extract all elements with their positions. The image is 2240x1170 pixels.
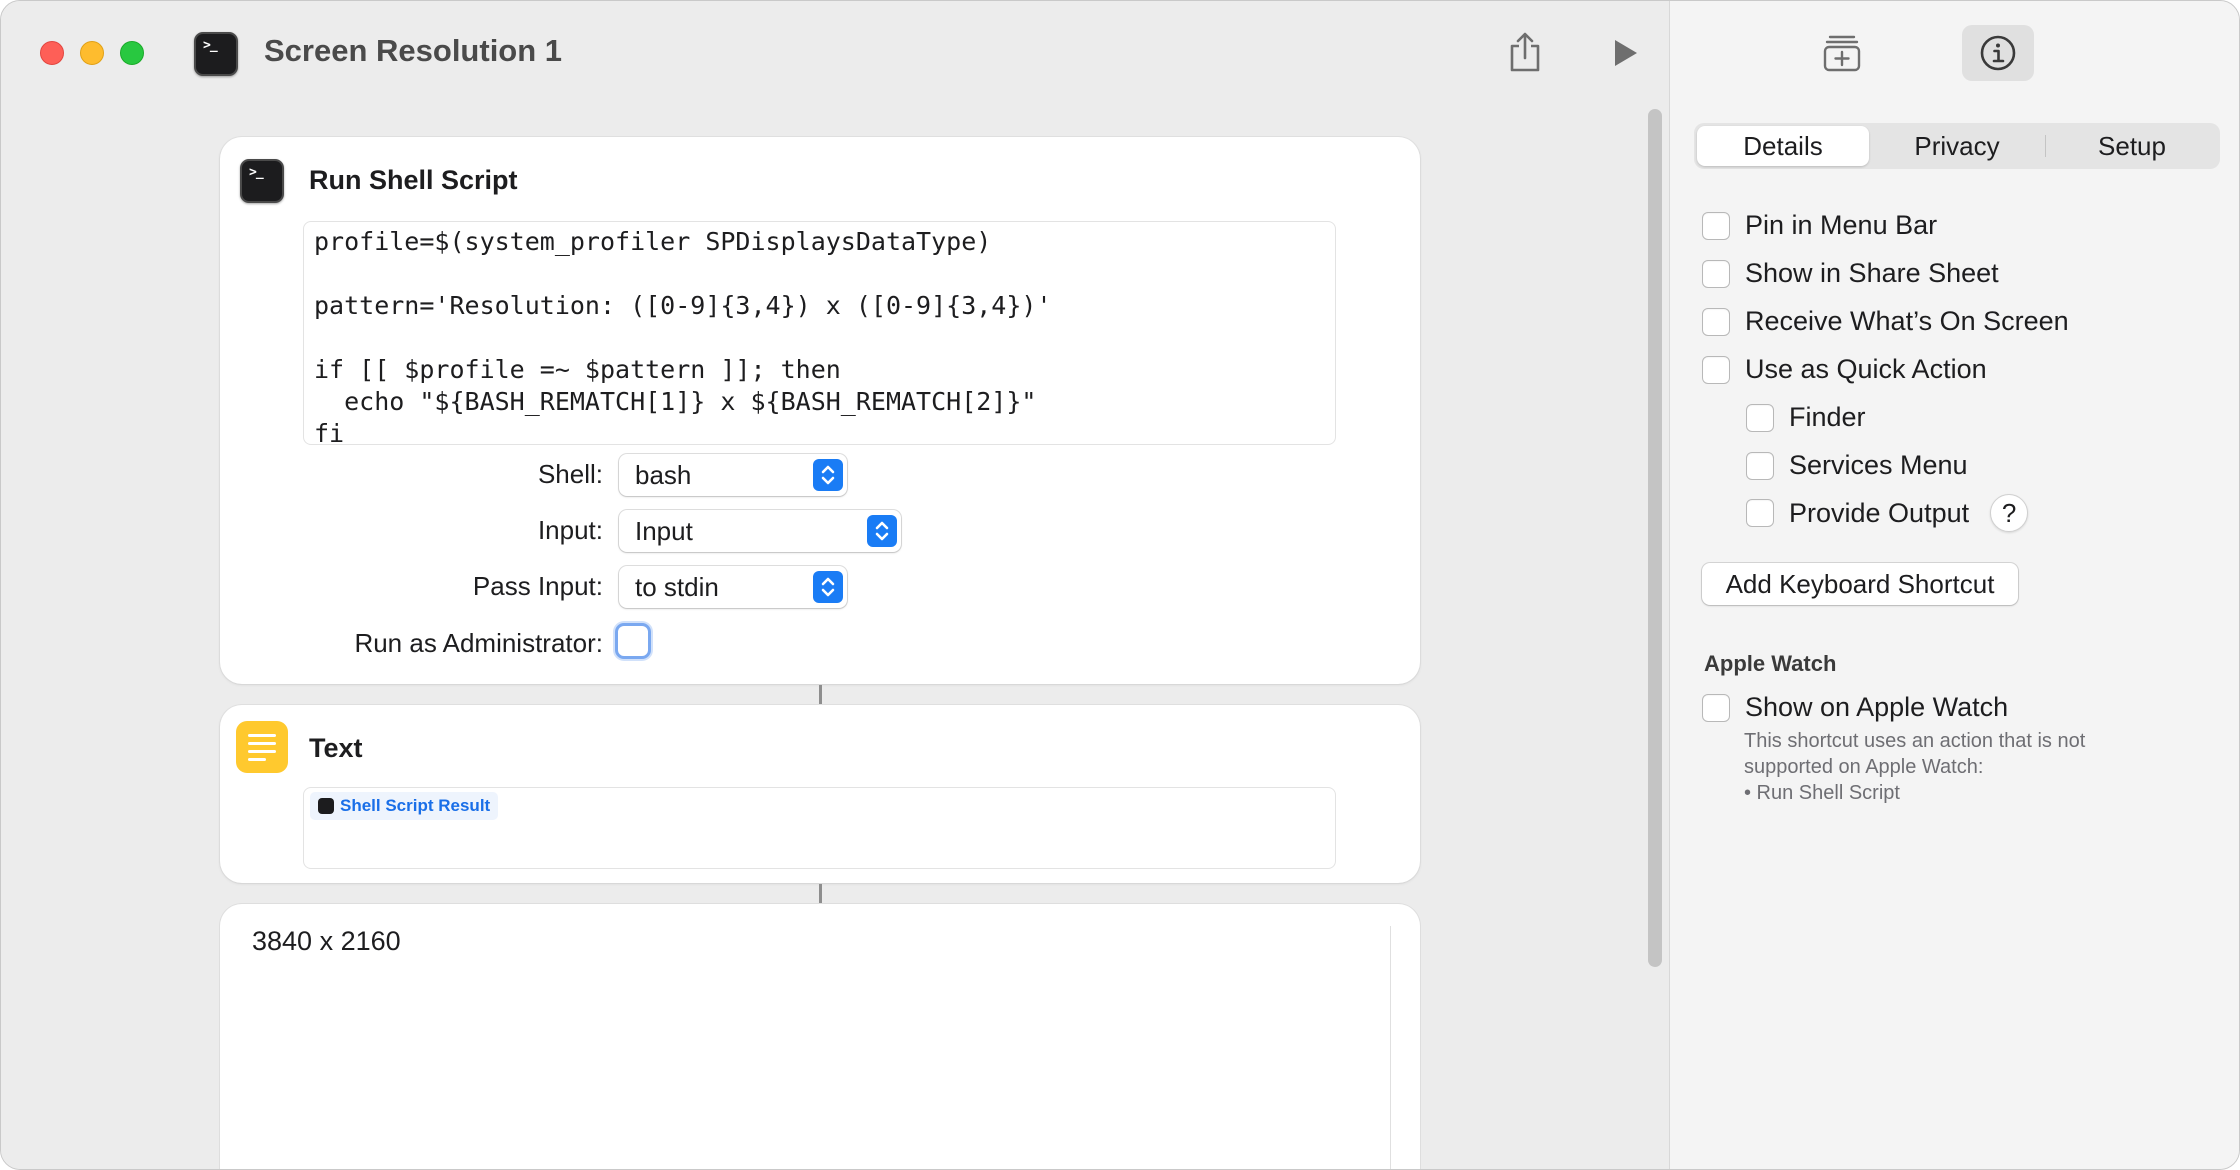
action-card-text[interactable]: Text Shell Script Result	[220, 705, 1420, 883]
tab-details[interactable]: Details	[1697, 126, 1869, 166]
input-label: Input:	[537, 515, 603, 545]
option-label: Receive What’s On Screen	[1745, 306, 2069, 336]
details-tabs: Details Privacy Setup	[1694, 123, 2220, 169]
apple-watch-heading: Apple Watch	[1704, 651, 1837, 676]
terminal-icon	[318, 798, 334, 814]
checkbox[interactable]	[1702, 211, 1730, 240]
checkbox[interactable]	[1746, 499, 1774, 527]
action-card-run-shell-script[interactable]: >_ Run Shell Script profile=$(system_pro…	[220, 137, 1420, 684]
checkbox[interactable]	[1746, 451, 1774, 480]
add-to-library-button[interactable]	[1806, 25, 1878, 81]
script-line: fi	[314, 419, 345, 448]
text-lines-icon	[236, 721, 288, 773]
option-label: Services Menu	[1789, 450, 1968, 480]
result-output: 3840 x 2160	[220, 904, 1420, 1169]
script-line	[314, 258, 1325, 290]
tab-setup[interactable]: Setup	[2046, 126, 2218, 166]
option-pin-in-menu-bar[interactable]: Pin in Menu Bar	[1702, 210, 1937, 241]
shell-label: Shell:	[537, 459, 603, 489]
input-value: Input	[635, 516, 693, 546]
tab-privacy[interactable]: Privacy	[1871, 126, 2043, 166]
shortcut-icon[interactable]: >_	[194, 32, 238, 76]
details-sidebar: Details Privacy Setup Pin in Menu Bar Sh…	[1669, 1, 2239, 1169]
shortcuts-window: >_ Screen Resolution 1 >_ Run Shell Scri…	[0, 0, 2240, 1170]
window-title[interactable]: Screen Resolution 1	[264, 33, 562, 69]
run-as-admin-checkbox[interactable]	[615, 623, 651, 659]
play-icon	[1615, 40, 1637, 66]
shell-popup[interactable]: bash	[619, 454, 847, 496]
script-line: pattern='Resolution: ([0-9]{3,4}) x ([0-…	[314, 291, 1052, 320]
option-services-menu[interactable]: Services Menu	[1746, 450, 1968, 481]
script-editor[interactable]: profile=$(system_profiler SPDisplaysData…	[303, 221, 1336, 448]
script-line: profile=$(system_profiler SPDisplaysData…	[314, 227, 992, 256]
option-label: Use as Quick Action	[1745, 354, 1987, 384]
script-line: if [[ $profile =~ $pattern ]]; then	[314, 355, 841, 384]
terminal-icon: >_	[249, 165, 264, 180]
editor-pane: >_ Screen Resolution 1 >_ Run Shell Scri…	[1, 1, 1669, 1169]
option-show-on-apple-watch[interactable]: Show on Apple Watch	[1702, 692, 2008, 723]
pass-input-popup[interactable]: to stdin	[619, 566, 847, 608]
option-receive-whats-on-screen[interactable]: Receive What’s On Screen	[1702, 306, 2069, 337]
option-label: Finder	[1789, 402, 1866, 432]
input-popup[interactable]: Input	[619, 510, 901, 552]
apple-watch-note: • Run Shell Script	[1744, 782, 1900, 804]
add-keyboard-shortcut-button[interactable]: Add Keyboard Shortcut	[1702, 563, 2018, 605]
terminal-icon: >_	[203, 38, 218, 53]
share-button[interactable]	[1503, 27, 1547, 77]
action-title: Text	[309, 733, 363, 763]
info-icon	[1980, 35, 2016, 71]
shell-value: bash	[635, 460, 692, 490]
option-finder[interactable]: Finder	[1746, 402, 1866, 433]
checkbox[interactable]	[1702, 693, 1730, 722]
option-label: Provide Output	[1789, 497, 1970, 528]
add-to-library-icon	[1823, 35, 1861, 72]
chevron-updown-icon	[813, 571, 843, 603]
result-text[interactable]: 3840 x 2160	[252, 926, 401, 957]
minimize-window-button[interactable]	[80, 41, 104, 65]
chevron-updown-icon	[813, 459, 843, 491]
help-button[interactable]: ?	[1990, 494, 2029, 532]
checkbox[interactable]	[1702, 259, 1730, 288]
action-connector	[819, 884, 822, 903]
apple-watch-note: This shortcut uses an action that is not	[1744, 730, 2086, 752]
action-connector	[819, 685, 822, 704]
option-label: Show on Apple Watch	[1745, 692, 2009, 722]
zoom-window-button[interactable]	[120, 41, 144, 65]
text-field[interactable]: Shell Script Result	[303, 787, 1336, 869]
script-line	[314, 322, 1325, 354]
run-button[interactable]	[1605, 33, 1645, 73]
editor-scrollbar[interactable]	[1648, 109, 1662, 967]
result-divider	[1390, 926, 1391, 1169]
option-label: Show in Share Sheet	[1745, 258, 1999, 288]
action-icon: >_	[240, 159, 284, 203]
variable-token-label: Shell Script Result	[340, 796, 491, 815]
option-provide-output[interactable]: Provide Output ?	[1746, 494, 2029, 532]
pass-input-label: Pass Input:	[472, 571, 603, 601]
action-title: Run Shell Script	[309, 165, 518, 195]
run-as-admin-label: Run as Administrator:	[354, 628, 603, 658]
close-window-button[interactable]	[40, 41, 64, 65]
share-icon	[1510, 32, 1540, 72]
option-show-in-share-sheet[interactable]: Show in Share Sheet	[1702, 258, 1999, 289]
info-button[interactable]	[1962, 25, 2034, 81]
chevron-updown-icon	[867, 515, 897, 547]
variable-token[interactable]: Shell Script Result	[310, 792, 499, 820]
checkbox[interactable]	[1702, 307, 1730, 336]
pass-input-value: to stdin	[635, 572, 719, 602]
apple-watch-note: supported on Apple Watch:	[1744, 756, 1984, 778]
checkbox[interactable]	[1702, 355, 1730, 384]
script-line: echo "${BASH_REMATCH[1]} x ${BASH_REMATC…	[314, 387, 1037, 416]
checkbox[interactable]	[1746, 403, 1774, 432]
option-use-as-quick-action[interactable]: Use as Quick Action	[1702, 354, 1987, 385]
option-label: Pin in Menu Bar	[1745, 210, 1938, 240]
